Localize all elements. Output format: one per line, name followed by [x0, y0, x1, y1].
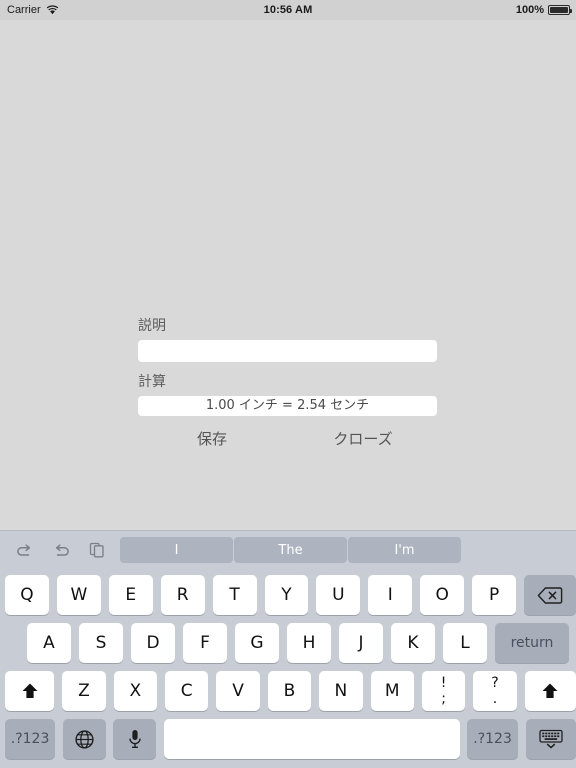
- suggestion-1[interactable]: The: [234, 537, 347, 563]
- key-a[interactable]: A: [27, 623, 71, 663]
- key-c[interactable]: C: [165, 671, 209, 711]
- key-semicolon-label: ;: [441, 691, 446, 707]
- return-key[interactable]: return: [495, 623, 569, 663]
- key-question-period[interactable]: ? .: [473, 671, 517, 711]
- keyboard-row-4: .?123 .?123: [0, 717, 576, 761]
- key-p[interactable]: P: [472, 575, 517, 615]
- description-label: 説明: [138, 318, 166, 334]
- status-bar: Carrier 10:56 AM 100%: [0, 0, 576, 20]
- form-area: 説明 計算 1.00 インチ = 2.54 センチ 保存 クローズ: [0, 20, 576, 530]
- key-q[interactable]: Q: [4, 575, 49, 615]
- hide-keyboard-icon: [537, 728, 565, 750]
- key-v[interactable]: V: [216, 671, 260, 711]
- toolbar-icon-group: [14, 539, 108, 561]
- keyboard-row-3: Z X C V B N M ! ; ? .: [0, 669, 576, 713]
- microphone-icon: [127, 728, 143, 750]
- key-j[interactable]: J: [339, 623, 383, 663]
- key-exclamation-label: !: [440, 675, 447, 691]
- key-f[interactable]: F: [183, 623, 227, 663]
- key-t[interactable]: T: [212, 575, 257, 615]
- status-bar-clock: 10:56 AM: [263, 4, 313, 16]
- key-z[interactable]: Z: [62, 671, 106, 711]
- on-screen-keyboard: I The I'm Q W E R T Y U I O P A S D F G …: [0, 530, 576, 768]
- key-d[interactable]: D: [131, 623, 175, 663]
- key-period-label: .: [492, 691, 498, 707]
- key-y[interactable]: Y: [264, 575, 309, 615]
- close-button[interactable]: クローズ: [328, 428, 398, 449]
- key-i[interactable]: I: [368, 575, 413, 615]
- key-exclamation-semicolon[interactable]: ! ;: [421, 671, 466, 711]
- key-n[interactable]: N: [319, 671, 363, 711]
- key-m[interactable]: M: [370, 671, 414, 711]
- numeric-key-right[interactable]: .?123: [467, 719, 518, 759]
- hide-keyboard-key[interactable]: [525, 719, 576, 759]
- globe-icon: [74, 729, 95, 750]
- key-r[interactable]: R: [160, 575, 205, 615]
- key-w[interactable]: W: [56, 575, 101, 615]
- shift-icon: [20, 681, 40, 701]
- suggestion-2[interactable]: I'm: [348, 537, 461, 563]
- suggestion-bar: I The I'm: [120, 537, 461, 563]
- ipad-screen: Carrier 10:56 AM 100% 説明 計算 1.00 インチ = 2…: [0, 0, 576, 768]
- key-b[interactable]: B: [267, 671, 312, 711]
- copy-paste-icon[interactable]: [86, 539, 108, 561]
- key-x[interactable]: X: [113, 671, 158, 711]
- backspace-key[interactable]: [524, 575, 576, 615]
- battery-percent-label: 100%: [515, 4, 544, 16]
- key-s[interactable]: S: [79, 623, 123, 663]
- key-l[interactable]: L: [443, 623, 487, 663]
- calculation-label: 計算: [138, 374, 166, 390]
- key-g[interactable]: G: [235, 623, 279, 663]
- dictation-key[interactable]: [113, 719, 157, 759]
- save-button[interactable]: 保存: [190, 428, 234, 449]
- undo-icon[interactable]: [14, 539, 36, 561]
- shift-key-left[interactable]: [4, 671, 55, 711]
- key-e[interactable]: E: [108, 575, 153, 615]
- keyboard-row-2: A S D F G H J K L return: [0, 621, 576, 665]
- calculation-field[interactable]: 1.00 インチ = 2.54 センチ: [138, 396, 437, 416]
- description-input[interactable]: [138, 340, 437, 362]
- key-k[interactable]: K: [391, 623, 435, 663]
- status-bar-right: 100%: [515, 4, 572, 16]
- key-h[interactable]: H: [287, 623, 331, 663]
- keyboard-row-1: Q W E R T Y U I O P: [0, 573, 576, 617]
- shift-icon: [540, 681, 560, 701]
- suggestion-0[interactable]: I: [120, 537, 233, 563]
- numeric-key-left[interactable]: .?123: [4, 719, 56, 759]
- keyboard-toolbar: I The I'm: [0, 531, 576, 569]
- key-o[interactable]: O: [420, 575, 465, 615]
- battery-icon: [548, 5, 572, 15]
- globe-key[interactable]: [63, 719, 106, 759]
- key-u[interactable]: U: [316, 575, 361, 615]
- backspace-icon: [537, 586, 563, 605]
- key-question-label: ?: [491, 675, 499, 691]
- shift-key-right[interactable]: [524, 671, 576, 711]
- redo-icon[interactable]: [50, 539, 72, 561]
- space-key[interactable]: [163, 719, 460, 759]
